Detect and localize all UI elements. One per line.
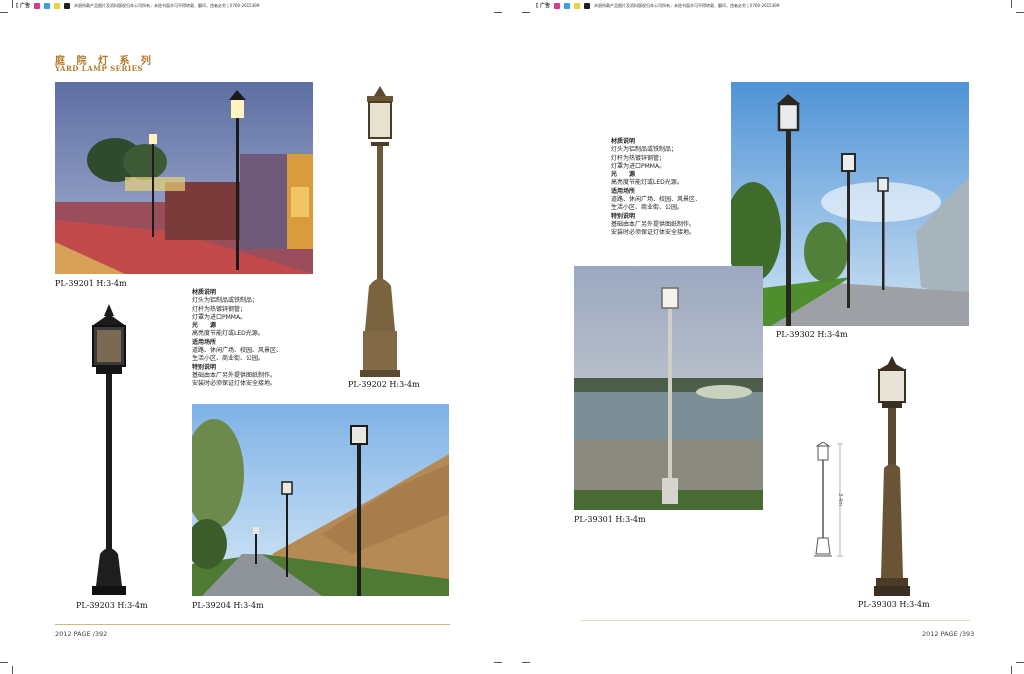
spec-heading: 适用场所 (611, 187, 636, 195)
spec-line: 安装时必须保证灯体安全接地。 (192, 380, 277, 388)
footer-page-left: 2012 PAGE /392 (55, 630, 108, 638)
swatch-icon (54, 2, 61, 9)
crop-mark (1011, 666, 1012, 674)
photo-pl-39301 (574, 266, 763, 510)
crop-mark (12, 666, 13, 674)
spec-right: 材质说明 灯头为铝制品或铁制品； 灯杆为热镀锌钢管； 灯罩为进口PMMA。 光 … (611, 138, 701, 238)
section-title-en: YARD LAMP SERIES (55, 64, 143, 73)
crop-mark (522, 662, 530, 663)
swatch-icon (554, 2, 561, 9)
caption-pl-39301: PL-39301 H:3-4m (574, 515, 646, 524)
footer-rule (580, 620, 970, 621)
photo-pl-39204 (192, 404, 449, 596)
swatch-icon (64, 2, 71, 9)
spec-line: 灯头为铝制品或铁制品； (192, 297, 259, 305)
spec-heading: 特别说明 (192, 363, 217, 371)
footer-rule (55, 624, 450, 625)
header-notice: 本册所载产品图片及资料版权归本公司所有，未经书面许可不得转载、翻印，违者必究 |… (594, 2, 780, 8)
spec-heading: 适用场所 (192, 338, 217, 346)
crop-mark (0, 662, 8, 663)
lamp-pl-39303 (872, 356, 912, 598)
spec-line: 安装时必须保证灯体安全接地。 (611, 229, 696, 237)
spec-line: 生活小区、商业街、公园。 (611, 204, 684, 212)
caption-pl-39202: PL-39202 H:3-4m (348, 380, 420, 389)
crop-mark (12, 0, 13, 8)
spec-line: 高亮度节能灯或LED光源。 (192, 330, 264, 338)
spec-line: 灯杆为热镀锌钢管； (192, 305, 247, 313)
swatch-icon (44, 2, 51, 9)
header-tag: [ 广告 (16, 3, 31, 9)
dimension-label: 3-4m (837, 493, 843, 507)
crop-mark (494, 12, 502, 13)
photo-pl-39201 (55, 82, 313, 274)
crop-mark (494, 662, 502, 663)
caption-pl-39204: PL-39204 H:3-4m (192, 601, 264, 610)
header-tag: [ 广告 (536, 3, 551, 9)
swatch-icon (34, 2, 41, 9)
spec-line: 生活小区、商业街、公园。 (192, 355, 265, 363)
header-notice: 本册所载产品图片及资料版权归本公司所有，未经书面许可不得转载、翻印，违者必究 |… (74, 2, 260, 8)
header-right: [ 广告 本册所载产品图片及资料版权归本公司所有，未经书面许可不得转载、翻印，违… (536, 2, 779, 9)
caption-pl-39302: PL-39302 H:3-4m (776, 330, 848, 339)
spec-line: 灯罩为进口PMMA。 (611, 162, 666, 170)
spec-left: 材质说明 灯头为铝制品或铁制品； 灯杆为热镀锌钢管； 灯罩为进口PMMA。 光 … (192, 289, 282, 389)
spec-line: 高亮度节能灯或LED光源。 (611, 179, 683, 187)
crop-mark (1016, 12, 1024, 13)
caption-pl-39201: PL-39201 H:3-4m (55, 279, 127, 288)
spec-line: 灯头为铝制品或铁制品； (611, 146, 678, 154)
crop-mark (522, 12, 530, 13)
caption-pl-39203: PL-39203 H:3-4m (76, 601, 148, 610)
spec-line: 灯罩为进口PMMA。 (192, 313, 247, 321)
swatch-icon (584, 2, 591, 9)
swatch-icon (574, 2, 581, 9)
spec-heading: 特别说明 (611, 212, 636, 220)
crop-mark (0, 12, 8, 13)
lamp-drawing-dimension (810, 442, 852, 560)
footer-page-right: 2012 PAGE /393 (922, 630, 975, 638)
caption-pl-39303: PL-39303 H:3-4m (858, 600, 930, 609)
crop-mark (1011, 0, 1012, 8)
lamp-pl-39202 (355, 86, 405, 378)
lamp-pl-39203 (86, 304, 132, 596)
crop-mark (1016, 662, 1024, 663)
photo-pl-39302 (731, 82, 969, 326)
header-left: [ 广告 本册所载产品图片及资料版权归本公司所有，未经书面许可不得转载、翻印，违… (16, 2, 259, 9)
spec-line: 灯杆为热镀锌钢管； (611, 154, 666, 162)
swatch-icon (564, 2, 571, 9)
